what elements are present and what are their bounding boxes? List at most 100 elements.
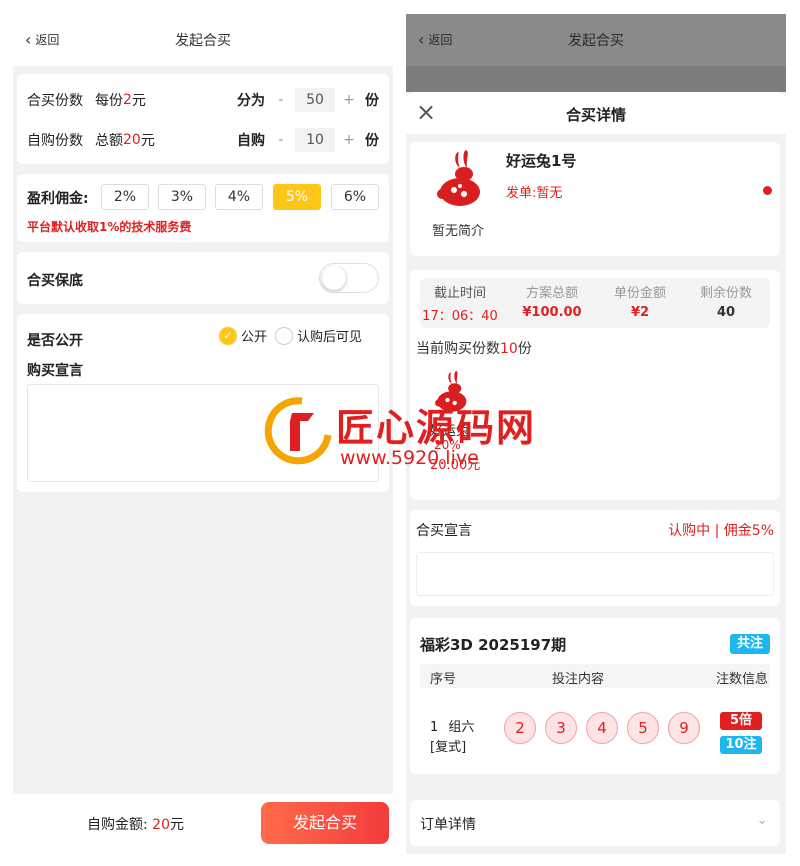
split-label: 分为 bbox=[237, 93, 265, 109]
declaration-textarea[interactable] bbox=[27, 384, 379, 482]
user-name: 好运兔1号 bbox=[506, 152, 577, 170]
radio-unchecked-icon[interactable] bbox=[275, 326, 294, 345]
shares-plus-button[interactable]: + bbox=[339, 92, 359, 108]
declaration-label: 合买宣言 bbox=[416, 523, 472, 539]
stat-remaining-value: 40 bbox=[716, 305, 736, 320]
stats-bar: 截止时间 17：06：40 方案总额 ¥100.00 单份金额 ¥2 剩余份数 … bbox=[420, 278, 770, 328]
row-index: 1 bbox=[430, 720, 439, 735]
declaration-box bbox=[416, 552, 774, 596]
stats-card: 截止时间 17：06：40 方案总额 ¥100.00 单份金额 ¥2 剩余份数 … bbox=[410, 270, 780, 500]
self-amount-value: 20 bbox=[152, 817, 170, 833]
stat-unit-label: 单份金额 bbox=[613, 286, 666, 301]
ball-number: 2 bbox=[504, 712, 536, 744]
declaration-card: 合买宣言 认购中 | 佣金5% bbox=[410, 510, 780, 606]
per-share-prefix: 每份 bbox=[95, 93, 123, 109]
self-buy-stepper: 自购 - 10 + 份 bbox=[237, 128, 379, 152]
toggle-knob bbox=[322, 266, 346, 290]
lottery-title: 福彩3D 2025197期 bbox=[420, 636, 567, 654]
row-index-type: 1 组六 bbox=[430, 716, 474, 735]
lottery-tag: 共注 bbox=[730, 634, 770, 654]
self-amount-unit: 元 bbox=[170, 817, 184, 833]
shares-card: 合买份数 每份 2 元 分为 - 50 + 份 自购份数 总额 20 元 自购 … bbox=[17, 74, 389, 164]
self-amount: 自购金额: 20元 bbox=[87, 814, 184, 834]
declaration-card: 是否公开 ✓ 公开 认购后可见 购买宣言 bbox=[17, 314, 389, 492]
stat-unit-value: ¥2 bbox=[630, 305, 650, 320]
commission-note: 平台默认收取1%的技术服务费 bbox=[27, 220, 192, 234]
current-buy-unit: 份 bbox=[517, 341, 532, 357]
rabbit-avatar-icon bbox=[437, 150, 480, 206]
ball-number: 3 bbox=[545, 712, 577, 744]
current-buy-value: 10 bbox=[500, 341, 518, 357]
guarantee-toggle[interactable] bbox=[319, 263, 379, 293]
radio-after-label[interactable]: 认购后可见 bbox=[297, 326, 362, 345]
self-buy-plus-button[interactable]: + bbox=[339, 132, 359, 148]
create-group-buy-screen: ‹ 返回 发起合买 合买份数 每份 2 元 分为 - 50 + 份 自购份数 总… bbox=[13, 14, 393, 854]
stat-total-label: 方案总额 bbox=[525, 286, 578, 301]
page-title-dimmed: 发起合买 bbox=[568, 33, 624, 49]
lottery-row: 1 组六 [复式] 2 3 4 5 9 5倍 10注 bbox=[410, 688, 780, 768]
group-buy-detail-screen: ‹ 返回 发起合买 × 合买详情 好运兔1号 发单:暂无 暂无简介 截止时间 1… bbox=[406, 14, 786, 854]
issuer-label: 发单:暂无 bbox=[506, 186, 563, 201]
shares-input[interactable]: 50 bbox=[295, 88, 335, 112]
user-card: 好运兔1号 发单:暂无 暂无简介 bbox=[410, 142, 780, 256]
radio-public-label[interactable]: 公开 bbox=[241, 326, 267, 345]
shares-unit: 份 bbox=[365, 93, 379, 109]
per-share-unit: 元 bbox=[131, 93, 146, 109]
status-dot bbox=[763, 186, 772, 195]
commission-option-6[interactable]: 6% bbox=[331, 184, 379, 210]
shares-minus-button[interactable]: - bbox=[271, 92, 291, 108]
stat-unit: 单份金额 ¥2 bbox=[600, 282, 680, 320]
current-buy-label: 当前购买份数 bbox=[416, 341, 500, 357]
commission-card: 盈利佣金: 2% 3% 4% 5% 6% 平台默认收取1%的技术服务费 bbox=[17, 174, 389, 242]
footer-bar: 自购金额: 20元 发起合买 bbox=[13, 794, 393, 854]
buyer-pct: 20% bbox=[434, 438, 461, 452]
shares-label: 合买份数 bbox=[27, 93, 83, 109]
radio-checked-icon[interactable]: ✓ bbox=[219, 326, 237, 345]
commission-option-2[interactable]: 2% bbox=[101, 184, 149, 210]
ball-number: 9 bbox=[668, 712, 700, 744]
nav-bar-dimmed: ‹ 返回 发起合买 bbox=[406, 14, 786, 66]
order-detail-label: 订单详情 bbox=[420, 817, 476, 833]
self-buy-short-label: 自购 bbox=[237, 133, 265, 149]
current-buy: 当前购买份数10份 bbox=[416, 338, 532, 358]
self-buy-input[interactable]: 10 bbox=[295, 128, 335, 152]
stat-remaining-label: 剩余份数 bbox=[699, 286, 752, 301]
commission-option-5[interactable]: 5% bbox=[273, 184, 321, 210]
commission-option-4[interactable]: 4% bbox=[215, 184, 263, 210]
buyer-avatar-icon bbox=[435, 370, 467, 412]
times-badge: 5倍 bbox=[720, 712, 762, 730]
stat-deadline-value: 17：06：40 bbox=[422, 309, 498, 324]
nav-bar: ‹ 返回 发起合买 bbox=[13, 14, 393, 66]
declaration-label: 购买宣言 bbox=[27, 363, 83, 379]
self-buy-unit: 份 bbox=[365, 133, 379, 149]
header-info: 注数信息 bbox=[715, 672, 768, 687]
buyer-amount: 20.00元 bbox=[430, 458, 481, 473]
per-share-value: 2 bbox=[123, 92, 132, 108]
page-title: 发起合买 bbox=[175, 33, 231, 49]
sheet-title: 合买详情 bbox=[565, 106, 626, 124]
stat-remaining: 剩余份数 40 bbox=[686, 282, 766, 320]
commission-option-3[interactable]: 3% bbox=[158, 184, 206, 210]
header-content: 投注内容 bbox=[552, 672, 605, 687]
count-badge: 10注 bbox=[720, 736, 762, 754]
row-mode: [复式] bbox=[430, 740, 467, 755]
commission-label: 盈利佣金: bbox=[27, 191, 89, 207]
total-prefix: 总额 bbox=[95, 133, 123, 149]
user-intro: 暂无简介 bbox=[432, 224, 485, 239]
shares-stepper: 分为 - 50 + 份 bbox=[237, 88, 379, 112]
lottery-card: 福彩3D 2025197期 共注 序号 投注内容 注数信息 1 组六 [复式] … bbox=[410, 618, 780, 774]
stat-deadline: 截止时间 17：06：40 bbox=[420, 282, 500, 324]
lottery-header-row: 序号 投注内容 注数信息 bbox=[420, 664, 770, 688]
public-label: 是否公开 bbox=[27, 333, 83, 349]
total-value: 20 bbox=[123, 132, 141, 148]
order-detail-row[interactable]: 订单详情 ⌄ bbox=[410, 800, 780, 846]
submit-group-buy-button[interactable]: 发起合买 bbox=[261, 802, 389, 844]
self-buy-minus-button[interactable]: - bbox=[271, 132, 291, 148]
buyer-name: 好运兔 bbox=[430, 424, 470, 439]
detail-sheet: × 合买详情 好运兔1号 发单:暂无 暂无简介 截止时间 17：06：40 方案… bbox=[406, 92, 786, 854]
header-index: 序号 bbox=[430, 672, 457, 687]
stat-total: 方案总额 ¥100.00 bbox=[512, 282, 592, 320]
chevron-down-icon[interactable]: ⌄ bbox=[756, 812, 768, 828]
guarantee-card: 合买保底 bbox=[17, 252, 389, 304]
stat-total-value: ¥100.00 bbox=[522, 305, 582, 320]
